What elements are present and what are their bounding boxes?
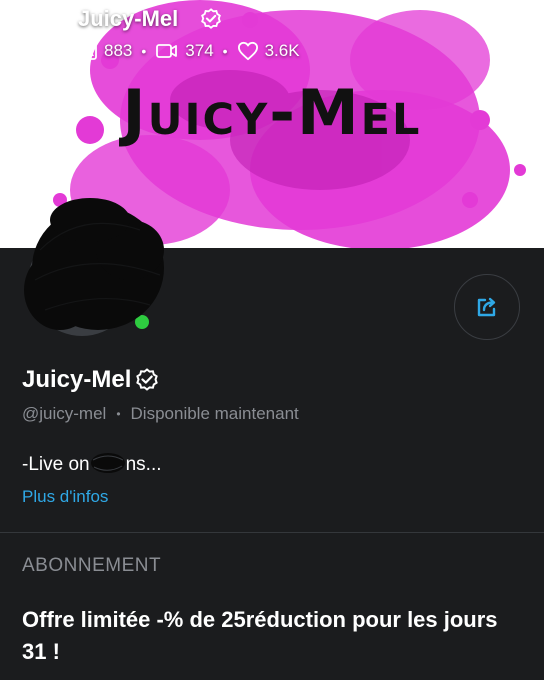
photos-count: 883 <box>104 41 133 60</box>
videos-count: 374 <box>185 41 214 60</box>
handle-row: @juicy-mel • Disponible maintenant <box>22 404 299 424</box>
bio-text-end: ns... <box>125 454 162 475</box>
profile-name-text: Juicy-Mel <box>22 366 132 393</box>
availability-status: Disponible maintenant <box>130 404 299 423</box>
likes-count: 3.6K <box>264 41 300 60</box>
subscription-offer: Offre limitée -% de 25réduction pour les… <box>22 607 498 664</box>
profile-handle: @juicy-mel <box>22 404 107 423</box>
arrow-left-icon[interactable] <box>22 18 56 52</box>
share-button[interactable] <box>454 274 520 340</box>
avatar[interactable] <box>20 190 170 340</box>
image-icon <box>79 42 97 60</box>
share-icon <box>477 297 496 317</box>
heart-icon <box>237 41 258 61</box>
header-stats: 883 • 374 • 3.6K <box>78 40 300 62</box>
verified-badge-icon <box>136 368 159 391</box>
subscription-label: ABONNEMENT <box>22 555 162 576</box>
section-divider <box>0 532 544 533</box>
more-info-link[interactable]: Plus d'infos <box>22 487 108 507</box>
verified-badge-icon <box>201 8 221 29</box>
video-icon <box>156 44 178 58</box>
handle-separator: • <box>116 407 121 421</box>
stats-separator: • <box>141 43 147 59</box>
redaction-scribble <box>90 453 125 473</box>
profile-name: Juicy-Mel <box>22 366 159 394</box>
header-creator-name: Juicy-Mel <box>78 6 179 31</box>
more-vertical-icon[interactable] <box>505 18 519 52</box>
bio-text-start: -Live on <box>22 454 90 475</box>
profile-bio: -Live on ns... <box>22 452 162 476</box>
top-bar: Juicy-Mel 883 • 374 • 3.6K <box>0 0 544 72</box>
cover-title: Juicy-Mel <box>122 76 422 149</box>
stats-separator: • <box>222 43 228 59</box>
